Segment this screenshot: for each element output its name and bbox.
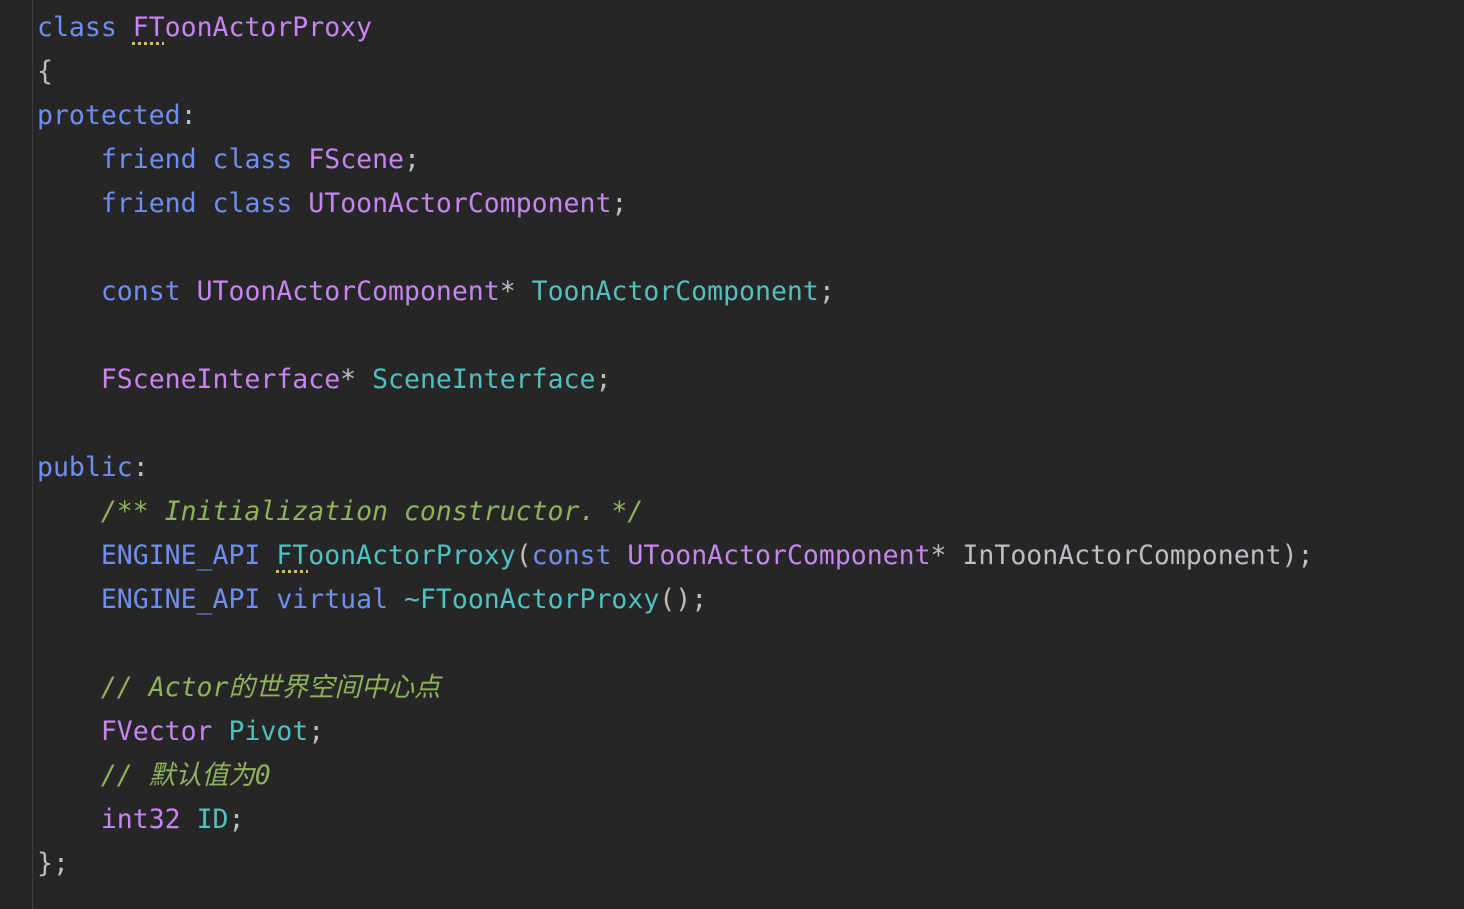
- code-line[interactable]: public:: [37, 446, 1464, 490]
- punctuation-token: ;: [818, 276, 835, 307]
- punctuation-token: ;: [228, 804, 245, 835]
- comment-token: // 默认值为0: [100, 760, 271, 791]
- parameter-token: InToonActorComponent: [962, 540, 1282, 571]
- keyword-token: const: [531, 540, 612, 571]
- code-area[interactable]: class FToonActorProxy { protected: friend …: [37, 6, 1464, 886]
- type-token: FToonActorProxy: [132, 12, 373, 43]
- code-editor[interactable]: class FToonActorProxy { protected: friend …: [0, 0, 1464, 909]
- punctuation-token: :: [180, 100, 197, 131]
- function-token: ~FToonActorProxy: [404, 584, 660, 615]
- punctuation-token: ;: [611, 188, 628, 219]
- code-line[interactable]: // Actor的世界空间中心点: [37, 666, 1464, 710]
- punctuation-token: };: [37, 848, 69, 879]
- keyword-token: virtual: [276, 584, 389, 615]
- code-line[interactable]: /** Initialization constructor. */: [37, 490, 1464, 534]
- identifier-token: Pivot: [228, 716, 309, 747]
- punctuation-token: ;: [308, 716, 325, 747]
- identifier-token: ID: [196, 804, 229, 835]
- code-line[interactable]: protected:: [37, 94, 1464, 138]
- code-line[interactable]: };: [37, 842, 1464, 886]
- macro-token: ENGINE_API: [100, 540, 261, 571]
- code-line[interactable]: const UToonActorComponent* ToonActorComp…: [37, 270, 1464, 314]
- keyword-token: protected: [37, 100, 181, 131]
- identifier-token: SceneInterface: [372, 364, 596, 395]
- keyword-token: public: [37, 452, 133, 483]
- code-line[interactable]: class FToonActorProxy: [37, 6, 1464, 50]
- identifier-token: ToonActorComponent: [531, 276, 819, 307]
- code-line[interactable]: ENGINE_API virtual ~FToonActorProxy();: [37, 578, 1464, 622]
- comment-token: /** Initialization constructor. */: [100, 496, 644, 527]
- punctuation-token: ;: [404, 144, 420, 175]
- punctuation-token: :: [132, 452, 149, 483]
- code-line[interactable]: {: [37, 50, 1464, 94]
- code-line[interactable]: // 默认值为0: [37, 754, 1464, 798]
- code-line[interactable]: [37, 226, 1464, 270]
- punctuation-token: *: [930, 540, 963, 571]
- keyword-token: class: [212, 188, 293, 219]
- type-token: int32: [100, 804, 181, 835]
- keyword-token: friend: [100, 188, 197, 219]
- punctuation-token: (: [515, 540, 532, 571]
- type-token: FVector: [100, 716, 213, 747]
- punctuation-token: {: [37, 56, 53, 87]
- punctuation-token: );: [1281, 540, 1314, 571]
- type-token: FSceneInterface: [100, 364, 341, 395]
- punctuation-token: ();: [659, 584, 708, 615]
- keyword-token: class: [212, 144, 293, 175]
- type-token: UToonActorComponent: [627, 540, 931, 571]
- punctuation-token: *: [340, 364, 373, 395]
- gutter-divider: [32, 0, 33, 909]
- code-line[interactable]: friend class FScene;: [37, 138, 1464, 182]
- comment-token: // Actor的世界空间中心点: [100, 672, 441, 703]
- code-line[interactable]: FVector Pivot;: [37, 710, 1464, 754]
- code-line[interactable]: friend class UToonActorComponent;: [37, 182, 1464, 226]
- code-line[interactable]: FSceneInterface* SceneInterface;: [37, 358, 1464, 402]
- code-line[interactable]: [37, 402, 1464, 446]
- punctuation-token: *: [499, 276, 532, 307]
- code-line[interactable]: [37, 314, 1464, 358]
- type-token: UToonActorComponent: [196, 276, 500, 307]
- code-line[interactable]: [37, 622, 1464, 666]
- type-token: FScene: [308, 144, 405, 175]
- function-token: FToonActorProxy: [276, 540, 516, 571]
- keyword-token: class: [37, 12, 117, 43]
- macro-token: ENGINE_API: [100, 584, 261, 615]
- code-line[interactable]: ENGINE_API FToonActorProxy(const UToonAc…: [37, 534, 1464, 578]
- type-token: UToonActorComponent: [308, 188, 612, 219]
- keyword-token: friend: [100, 144, 197, 175]
- code-line[interactable]: int32 ID;: [37, 798, 1464, 842]
- punctuation-token: ;: [595, 364, 612, 395]
- keyword-token: const: [100, 276, 181, 307]
